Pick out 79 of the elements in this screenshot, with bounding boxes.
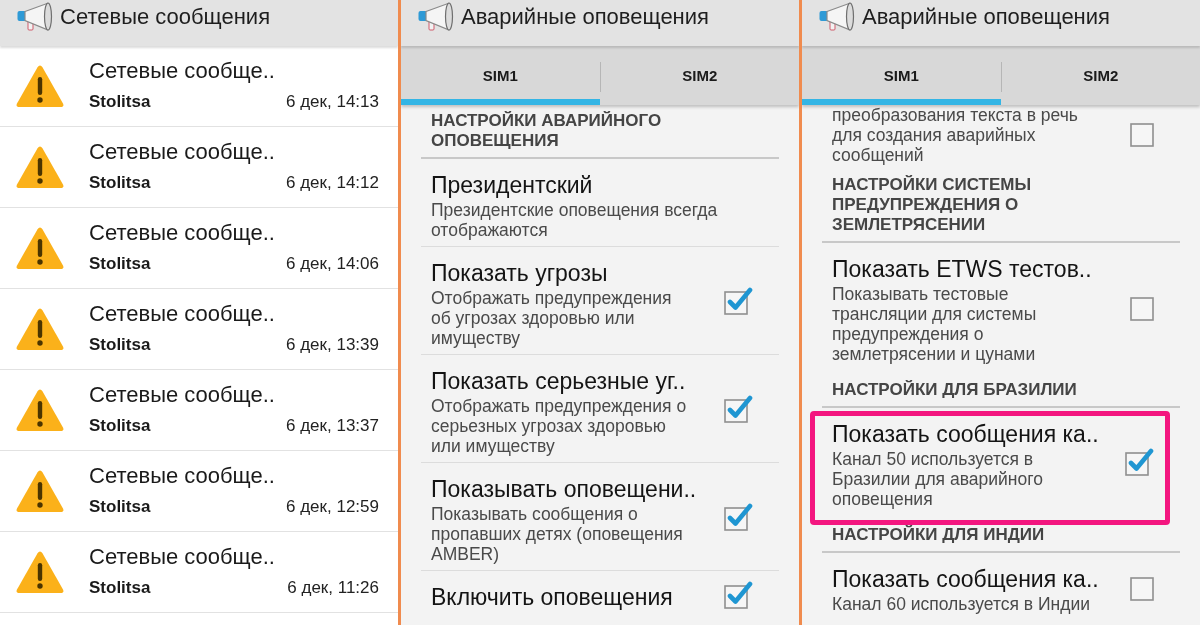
message-time: 6 дек, 14:13 bbox=[286, 91, 379, 113]
message-item[interactable]: Сетевые сообще.. Stolitsa 6 дек, 14:06 bbox=[0, 208, 398, 289]
message-title: Сетевые сообще.. bbox=[89, 300, 276, 328]
checkbox[interactable] bbox=[724, 285, 753, 315]
tab[interactable]: SIM2 bbox=[1001, 46, 1200, 105]
app-title: Аварийные оповещения bbox=[461, 4, 709, 30]
checkbox[interactable] bbox=[724, 579, 753, 609]
message-title: Сетевые сообще.. bbox=[89, 138, 276, 166]
message-title: Сетевые сообще.. bbox=[89, 543, 276, 571]
message-item[interactable]: Сетевые сообще.. Stolitsa 6 дек, 14:13 bbox=[0, 46, 398, 127]
section-header: НАСТРОЙКИ АВАРИЙНОГО ОПОВЕЩЕНИЯ bbox=[421, 105, 779, 159]
message-sender: Stolitsa bbox=[89, 496, 151, 518]
setting-summary: Канал 50 используется в Бразилии для аварийного оповещения bbox=[832, 449, 1044, 509]
message-item[interactable]: Сетевые сообще.. Stolitsa 6 дек, 13:39 bbox=[0, 289, 398, 370]
setting-title: Показать угрозы bbox=[431, 259, 609, 288]
setting-summary: Показывать тестовые трансляции для системы предупреждения о землетрясении и цунами bbox=[832, 284, 1038, 364]
setting-title: Показывать оповещени.. bbox=[431, 475, 698, 504]
message-item[interactable]: Сетевые сообще.. Stolitsa 6 дек, 14:12 bbox=[0, 127, 398, 208]
message-title: Сетевые сообще.. bbox=[89, 381, 276, 409]
setting-title: Показать сообщения ка.. bbox=[832, 565, 1100, 594]
section-header: НАСТРОЙКИ СИСТЕМЫ ПРЕДУПРЕЖДЕНИЯ О ЗЕМЛЕТРЯСЕНИИ bbox=[822, 165, 1180, 243]
message-sender: Stolitsa bbox=[89, 415, 151, 437]
setting-summary: Президентские оповещения всегда отображаются bbox=[431, 200, 719, 240]
setting-item[interactable]: Президентский Президентские оповещения всегда отображаются bbox=[421, 159, 779, 246]
message-sender: Stolitsa bbox=[89, 91, 151, 113]
setting-title: Показать ETWS тестов.. bbox=[832, 255, 1093, 284]
setting-item[interactable]: Показать угрозы Отображать предупреждения об угрозах здоровью или имуществу bbox=[421, 246, 779, 354]
warning-icon bbox=[16, 64, 64, 108]
tab[interactable]: SIM1 bbox=[401, 46, 600, 105]
setting-item[interactable]: Показать ETWS тестов.. Показывать тестовые трансляции для системы предупреждения о землетрясении и цунами bbox=[822, 243, 1180, 370]
setting-title: Включить оповещения bbox=[431, 583, 674, 612]
setting-item[interactable]: преобразования текста в речь для создания аварийных сообщений bbox=[822, 105, 1180, 165]
warning-icon bbox=[16, 469, 64, 513]
warning-icon bbox=[16, 550, 64, 594]
message-time: 6 дек, 14:06 bbox=[286, 253, 379, 275]
warning-icon bbox=[16, 145, 64, 189]
tab[interactable]: SIM1 bbox=[802, 46, 1001, 105]
warning-icon bbox=[16, 388, 64, 432]
setting-summary: преобразования текста в речь для создания аварийных сообщений bbox=[832, 105, 1079, 165]
message-item[interactable]: Сетевые сообще.. Stolitsa 6 дек, 11:26 bbox=[0, 532, 398, 613]
message-sender: Stolitsa bbox=[89, 334, 151, 356]
setting-summary: Канал 60 используется в Индии bbox=[832, 594, 1091, 614]
setting-item[interactable]: Показывать оповещени.. Показывать сообщения о пропавших детях (оповещения AMBER) bbox=[421, 462, 779, 570]
message-title: Сетевые сообще.. bbox=[89, 219, 276, 247]
message-item[interactable]: Сетевые сообще.. Stolitsa 6 дек, 12:59 bbox=[0, 451, 398, 532]
section-header: НАСТРОЙКИ ДЛЯ ИНДИИ bbox=[822, 515, 1180, 553]
warning-icon bbox=[16, 307, 64, 351]
message-time: 6 дек, 12:59 bbox=[286, 496, 379, 518]
app-title: Аварийные оповещения bbox=[862, 4, 1110, 30]
setting-item[interactable]: Показать серьезные уг.. Отображать предупреждения о серьезных угрозах здоровью или имуществу bbox=[421, 354, 779, 462]
setting-item[interactable]: Включить оповещения bbox=[421, 570, 779, 618]
warning-icon bbox=[16, 226, 64, 270]
message-time: 6 дек, 11:26 bbox=[287, 577, 379, 599]
setting-title: Президентский bbox=[431, 171, 594, 200]
checkbox[interactable] bbox=[1130, 123, 1154, 147]
message-title: Сетевые сообще.. bbox=[89, 462, 276, 490]
setting-summary: Отображать предупреждения о серьезных угрозах здоровью или имуществу bbox=[431, 396, 688, 456]
checkbox[interactable] bbox=[724, 501, 753, 531]
setting-title: Показать сообщения ка.. bbox=[832, 420, 1100, 449]
app-title: Сетевые сообщения bbox=[60, 4, 271, 30]
section-header: НАСТРОЙКИ ДЛЯ БРАЗИЛИИ bbox=[822, 370, 1180, 408]
checkbox[interactable] bbox=[1130, 577, 1154, 601]
message-title: Сетевые сообще.. bbox=[89, 57, 276, 85]
message-time: 6 дек, 14:12 bbox=[286, 172, 379, 194]
message-item[interactable]: Сетевые сообще.. Stolitsa 6 дек, 13:37 bbox=[0, 370, 398, 451]
setting-item[interactable]: Показать сообщения ка.. Канал 50 используется в Бразилии для аварийного оповещения bbox=[822, 408, 1180, 515]
checkbox[interactable] bbox=[1130, 297, 1154, 321]
message-sender: Stolitsa bbox=[89, 577, 151, 599]
message-sender: Stolitsa bbox=[89, 253, 151, 275]
message-time: 6 дек, 13:37 bbox=[286, 415, 379, 437]
tab[interactable]: SIM2 bbox=[600, 46, 799, 105]
message-time: 6 дек, 13:39 bbox=[286, 334, 379, 356]
message-sender: Stolitsa bbox=[89, 172, 151, 194]
setting-summary: Показывать сообщения о пропавших детях (оповещения AMBER) bbox=[431, 504, 684, 564]
setting-summary: Отображать предупреждения об угрозах здоровью или имуществу bbox=[431, 288, 673, 348]
setting-title: Показать серьезные уг.. bbox=[431, 367, 687, 396]
checkbox[interactable] bbox=[1125, 446, 1154, 476]
setting-item[interactable]: Показать сообщения ка.. Канал 60 используется в Индии bbox=[822, 553, 1180, 620]
checkbox[interactable] bbox=[724, 393, 753, 423]
